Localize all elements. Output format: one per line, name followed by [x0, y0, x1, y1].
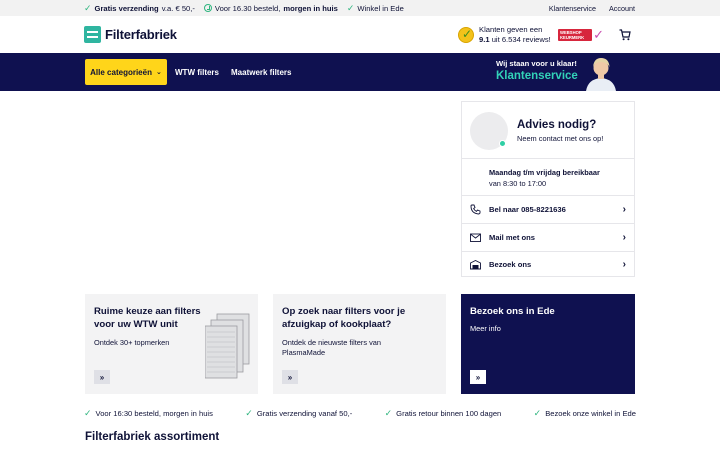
call-label: Bel naar 085-8221636: [489, 205, 566, 214]
nav-maatwerk-filters[interactable]: Maatwerk filters: [231, 53, 291, 91]
review-widget[interactable]: Klanten geven een 9.1 uit 6.534 reviews!: [458, 25, 551, 45]
opening-hours: Maandag t/m vrijdag bereikbaar van 8:30 …: [489, 167, 600, 189]
usp-free-shipping: ✓ Gratis verzending v.a. € 50,-: [84, 2, 195, 13]
chevron-right-icon: ›: [622, 204, 626, 215]
usp-store: ✓ Winkel in Ede: [346, 2, 404, 13]
divider: [462, 158, 634, 159]
webshop-keurmerk-badge[interactable]: WEBSHOP KEURMERK ✓: [558, 27, 604, 43]
usp-store-text: Winkel in Ede: [357, 3, 404, 13]
usp-bar: ✓ Voor 16:30 besteld, morgen in huis ✓ Gra…: [84, 406, 636, 420]
usp-item: ✓ Bezoek onze winkel in Ede: [533, 407, 636, 418]
clock-icon: [203, 4, 212, 12]
usp-item-text: Gratis verzending vanaf 50,-: [256, 408, 353, 418]
check-icon: ✓: [533, 407, 542, 418]
mail-label: Mail met ons: [489, 233, 535, 242]
mail-icon: [470, 233, 481, 242]
promo-card-desc: Ontdek 30+ topmerken: [94, 338, 170, 347]
call-row[interactable]: Bel naar 085-8221636 ›: [462, 196, 634, 223]
account-link[interactable]: Account: [609, 4, 635, 13]
promo-card-arrow-button[interactable]: »: [94, 370, 110, 384]
phone-icon: [470, 204, 481, 215]
store-icon: [470, 259, 481, 270]
promo-card-title: Bezoek ons in Ede: [470, 306, 555, 317]
promo-card-title: Op zoek naar filters voor je afzuigkap o…: [282, 306, 406, 330]
promo-card-arrow-button[interactable]: »: [470, 370, 486, 384]
advice-subtitle: Neem contact met ons op!: [517, 134, 604, 143]
nav-customer-service[interactable]: Wij staan voor u klaar! Klantenservice: [496, 59, 578, 82]
review-count: uit 6.534 reviews!: [491, 35, 551, 44]
check-icon: ✓: [245, 407, 253, 418]
mail-row[interactable]: Mail met ons ›: [462, 224, 634, 251]
logo-icon: [84, 26, 101, 43]
promo-card-desc: Meer info: [470, 324, 501, 333]
usp-item: ✓ Gratis verzending vanaf 50,-: [245, 407, 353, 418]
check-icon: ✓: [346, 2, 355, 13]
customer-service-link[interactable]: Klantenservice: [549, 4, 596, 13]
promo-card-wtw[interactable]: Ruime keuze aan filters voor uw WTW unit…: [85, 294, 258, 394]
chevron-right-icon: ›: [622, 232, 626, 243]
cart-icon[interactable]: [619, 29, 631, 41]
header: Filterfabriek Klanten geven een 9.1 uit …: [0, 16, 720, 53]
online-status-dot: [499, 140, 506, 147]
usp-free-shipping-rest: v.a. € 50,-: [161, 3, 195, 13]
customer-service-agent-image: [582, 53, 620, 91]
all-categories-label: Alle categorieën: [90, 67, 152, 77]
check-icon: ✓: [84, 407, 92, 418]
chevron-right-icon: ›: [622, 259, 626, 270]
nav-service-big: Klantenservice: [496, 70, 578, 82]
top-links: Klantenservice Account: [549, 0, 635, 16]
all-categories-button[interactable]: Alle categorieën ⌄: [85, 59, 167, 85]
visit-label: Bezoek ons: [489, 260, 532, 269]
usp-next-day: Voor 16.30 besteld, morgen in huis: [203, 3, 338, 13]
review-score: 9.1: [479, 35, 490, 44]
main-nav: Alle categorieën ⌄ WTW filters Maatwerk …: [0, 53, 720, 91]
usp-next-day-rest: Voor 16.30 besteld,: [214, 3, 281, 13]
promo-card-visit-ede[interactable]: Bezoek ons in Ede Meer info »: [461, 294, 635, 394]
usp-item-text: Gratis retour binnen 100 dagen: [396, 408, 502, 418]
promo-card-title: Ruime keuze aan filters voor uw WTW unit: [94, 306, 201, 330]
promo-card-afzuigkap[interactable]: Op zoek naar filters voor je afzuigkap o…: [273, 294, 446, 394]
logo-text: Filterfabriek: [105, 27, 177, 42]
review-text: Klanten geven een 9.1 uit 6.534 reviews!: [479, 25, 551, 45]
usp-item-text: Bezoek onze winkel in Ede: [545, 408, 636, 418]
usp-next-day-bold: morgen in huis: [283, 3, 338, 13]
opening-hours-days: Maandag t/m vrijdag bereikbaar: [489, 168, 600, 177]
usp-item: ✓ Voor 16:30 besteld, morgen in huis: [84, 407, 213, 418]
wtw-filters-image: [205, 313, 250, 379]
advice-panel: Advies nodig? Neem contact met ons op! M…: [461, 101, 635, 277]
webshop-badge-label: WEBSHOP KEURMERK: [558, 29, 593, 41]
kiyoh-icon: [458, 27, 474, 43]
check-icon: ✓: [384, 407, 393, 418]
chevron-down-icon: ⌄: [155, 69, 162, 76]
usp-item-text: Voor 16:30 besteld, morgen in huis: [95, 408, 213, 418]
nav-service-small: Wij staan voor u klaar!: [496, 59, 577, 68]
nav-wtw-filters[interactable]: WTW filters: [175, 53, 219, 91]
usp-free-shipping-bold: Gratis verzending: [94, 3, 159, 13]
top-usps: ✓ Gratis verzending v.a. € 50,- Voor 16.…: [84, 0, 404, 16]
section-title: Filterfabriek assortiment: [85, 431, 220, 443]
advice-title: Advies nodig?: [517, 119, 597, 131]
review-line1: Klanten geven een: [479, 25, 543, 34]
usp-item: ✓ Gratis retour binnen 100 dagen: [384, 407, 502, 418]
review-line2: 9.1 uit 6.534 reviews!: [479, 35, 551, 45]
promo-card-desc: Ontdek de nieuwste filters van PlasmaMad…: [282, 338, 382, 357]
promo-card-arrow-button[interactable]: »: [282, 370, 298, 384]
keurmerk-check-icon: ✓: [593, 27, 604, 42]
visit-row[interactable]: Bezoek ons ›: [462, 251, 634, 278]
logo[interactable]: Filterfabriek: [84, 26, 177, 43]
check-icon: ✓: [84, 2, 92, 13]
opening-hours-time: van 8:30 to 17:00: [489, 179, 547, 188]
top-bar: ✓ Gratis verzending v.a. € 50,- Voor 16.…: [0, 0, 720, 16]
